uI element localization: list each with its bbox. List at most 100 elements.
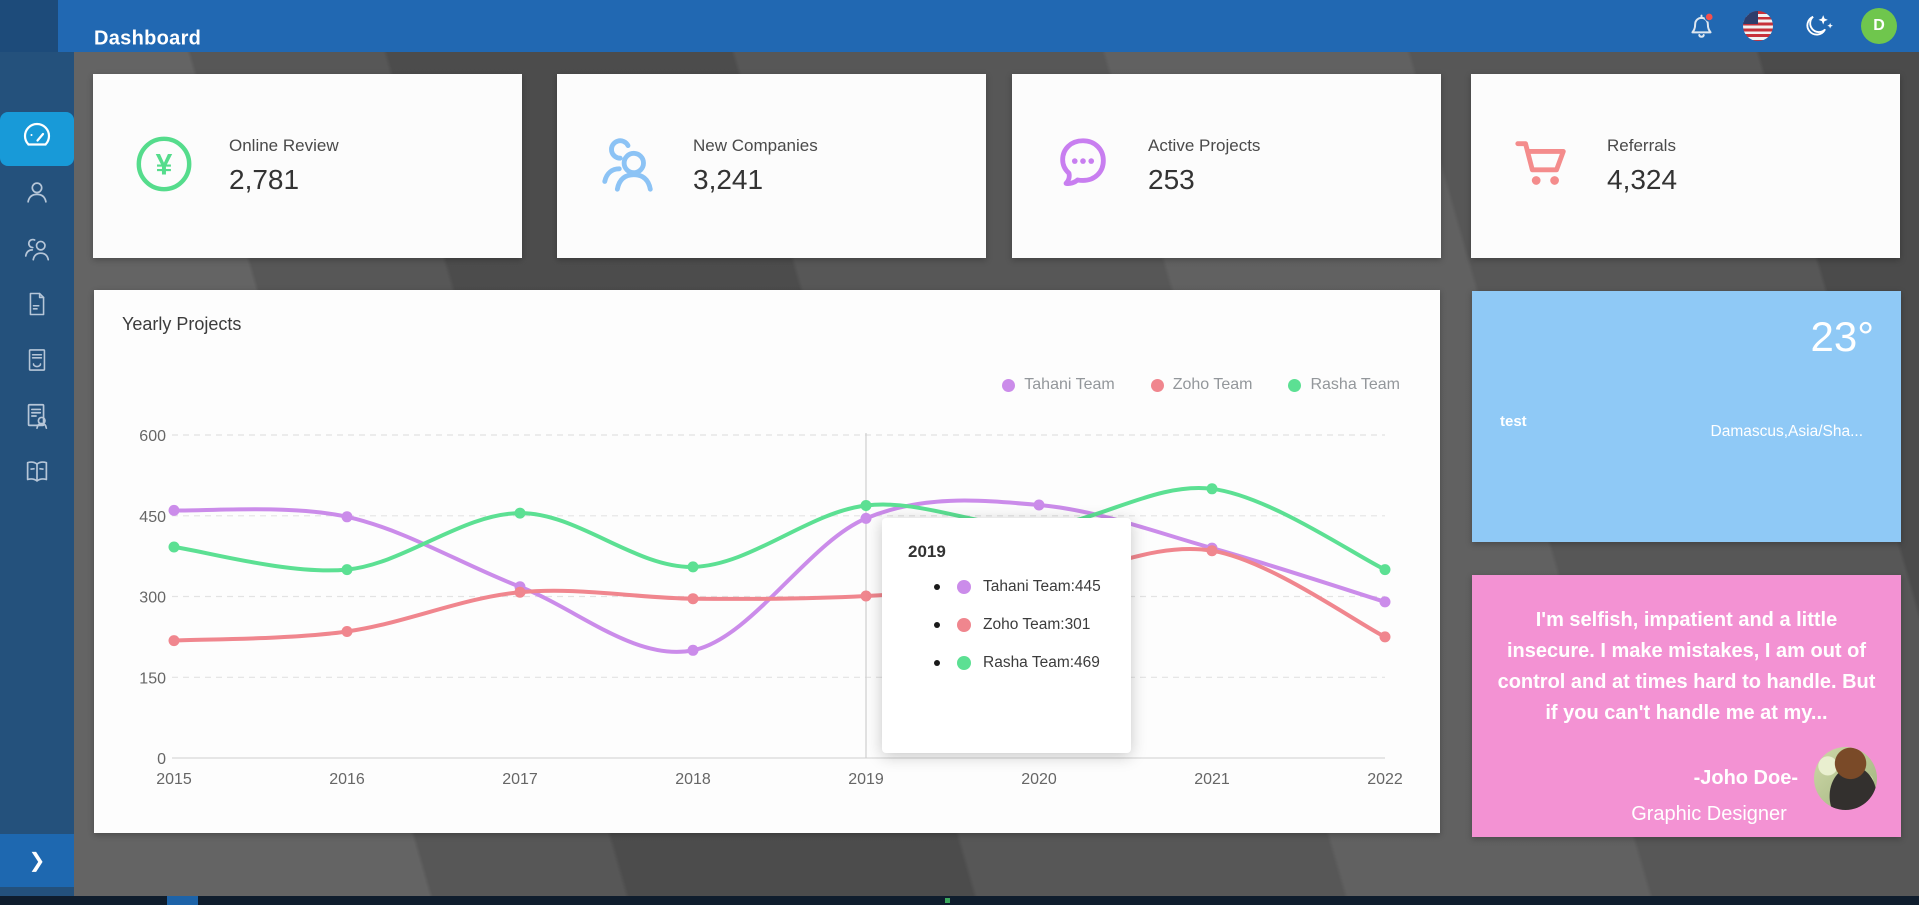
dashboard-icon <box>21 121 53 158</box>
legend-item-tahani-team[interactable]: Tahani Team <box>1002 376 1114 394</box>
chevron-right-icon: ❯ <box>29 848 46 873</box>
sidebar-item-invoices[interactable] <box>0 334 74 390</box>
notifications-button[interactable] <box>1687 11 1716 41</box>
report-icon <box>22 401 52 436</box>
stat-value: 253 <box>1148 164 1260 196</box>
weather-name: test <box>1500 413 1527 430</box>
stat-card-active-projects: Active Projects 253 <box>1012 74 1441 258</box>
tooltip-series-dot <box>957 656 971 670</box>
yearly-projects-chart[interactable]: 0 150 300 450 600 2015 2016 2017 2018 2019 2020 202… <box>108 408 1420 810</box>
weather-location: Damascus,Asia/Sha... <box>1711 423 1863 441</box>
legend-item-rasha-team[interactable]: Rasha Team <box>1288 376 1400 394</box>
stat-card-new-companies: New Companies 3,241 <box>557 74 986 258</box>
legend-dot <box>1151 379 1164 392</box>
svg-text:¥: ¥ <box>156 148 173 181</box>
tooltip-items: Tahani Team:445 Zoho Team:301 Rasha Team:4… <box>882 568 1131 682</box>
stat-value: 2,781 <box>229 164 339 196</box>
sidebar-item-reports[interactable] <box>0 390 74 446</box>
tooltip-series-value: Zoho Team:301 <box>983 616 1090 634</box>
people-icon <box>597 133 659 200</box>
legend-item-zoho-team[interactable]: Zoho Team <box>1151 376 1253 394</box>
legend-dot <box>1002 379 1015 392</box>
legend-label: Zoho Team <box>1173 376 1253 394</box>
svg-text:2022: 2022 <box>1367 771 1403 788</box>
stat-value: 4,324 <box>1607 164 1677 196</box>
sidebar-item-users[interactable] <box>0 166 74 222</box>
tooltip-item-tahani-team: Tahani Team:445 <box>882 568 1131 606</box>
tooltip-title: 2019 <box>908 542 1131 562</box>
sidebar-expand-button[interactable]: ❯ <box>0 834 74 887</box>
svg-text:2021: 2021 <box>1194 771 1230 788</box>
yearly-projects-card: Yearly Projects Tahani Team Zoho Team Rash… <box>94 290 1440 833</box>
stat-value: 3,241 <box>693 164 818 196</box>
stat-label: New Companies <box>693 136 818 156</box>
bottom-strip-accent <box>167 896 198 905</box>
user-icon <box>22 177 52 212</box>
svg-text:2015: 2015 <box>156 771 192 788</box>
tooltip-series-value: Rasha Team:469 <box>983 654 1100 672</box>
stat-card-referrals: Referrals 4,324 <box>1471 74 1900 258</box>
tooltip-bullet <box>934 584 940 590</box>
invoice-icon <box>23 345 51 380</box>
tooltip-item-rasha-team: Rasha Team:469 <box>882 644 1131 682</box>
stat-card-online-review: ¥ Online Review 2,781 <box>93 74 522 258</box>
svg-text:600: 600 <box>139 428 166 445</box>
chart-tooltip: 2019 Tahani Team:445 Zoho Team:301 Rasha T… <box>882 518 1131 753</box>
sidebar-items <box>0 52 74 502</box>
cart-icon <box>1511 133 1573 200</box>
header-actions: D <box>1687 0 1897 52</box>
chart-legend: Tahani Team Zoho Team Rasha Team <box>1002 376 1400 394</box>
svg-text:2019: 2019 <box>848 771 884 788</box>
tooltip-series-dot <box>957 618 971 632</box>
stat-label: Active Projects <box>1148 136 1260 156</box>
book-icon <box>21 457 53 492</box>
chart-title: Yearly Projects <box>122 314 241 335</box>
legend-dot <box>1288 379 1301 392</box>
tooltip-series-value: Tahani Team:445 <box>983 578 1101 596</box>
tooltip-bullet <box>934 622 940 628</box>
weather-card: 23° test Damascus,Asia/Sha... <box>1472 291 1901 542</box>
sidebar-item-documents[interactable] <box>0 278 74 334</box>
tooltip-item-zoho-team: Zoho Team:301 <box>882 606 1131 644</box>
tooltip-series-dot <box>957 580 971 594</box>
weather-temperature: 23° <box>1810 313 1874 361</box>
page-title: Dashboard <box>94 28 201 51</box>
bottom-strip-dot <box>945 898 950 903</box>
document-icon <box>23 289 51 324</box>
legend-label: Rasha Team <box>1310 376 1400 394</box>
language-flag-button[interactable] <box>1743 11 1773 41</box>
app-header: Dashboard D <box>0 0 1919 52</box>
tooltip-bullet <box>934 660 940 666</box>
svg-text:2018: 2018 <box>675 771 711 788</box>
legend-label: Tahani Team <box>1024 376 1114 394</box>
users-icon <box>21 233 53 268</box>
svg-text:2017: 2017 <box>502 771 538 788</box>
chat-icon <box>1052 133 1114 200</box>
sidebar: ❯ <box>0 52 74 896</box>
quote-text: I'm selfish, impatient and a little inse… <box>1472 575 1901 729</box>
svg-text:450: 450 <box>139 509 166 526</box>
quote-author: -Joho Doe- <box>1694 767 1798 790</box>
sidebar-item-library[interactable] <box>0 446 74 502</box>
svg-text:0: 0 <box>157 751 166 768</box>
svg-text:2020: 2020 <box>1021 771 1057 788</box>
quote-role: Graphic Designer <box>1517 803 1901 826</box>
svg-text:2016: 2016 <box>329 771 365 788</box>
quote-author-row: -Joho Doe- <box>1694 747 1877 810</box>
dark-mode-toggle[interactable] <box>1800 11 1834 41</box>
bottom-strip <box>0 896 1919 905</box>
notification-badge <box>1705 13 1713 21</box>
svg-text:150: 150 <box>139 670 166 687</box>
sidebar-logo-block <box>0 0 58 52</box>
moon-stars-icon <box>1800 11 1834 41</box>
bell-icon <box>1687 11 1716 41</box>
user-avatar[interactable]: D <box>1861 8 1897 44</box>
stat-label: Online Review <box>229 136 339 156</box>
svg-text:300: 300 <box>139 590 166 607</box>
sidebar-item-teams[interactable] <box>0 222 74 278</box>
yen-icon: ¥ <box>133 133 195 200</box>
author-photo <box>1814 747 1877 810</box>
stat-label: Referrals <box>1607 136 1677 156</box>
quote-card: I'm selfish, impatient and a little inse… <box>1472 575 1901 837</box>
sidebar-item-dashboard[interactable] <box>0 112 74 166</box>
